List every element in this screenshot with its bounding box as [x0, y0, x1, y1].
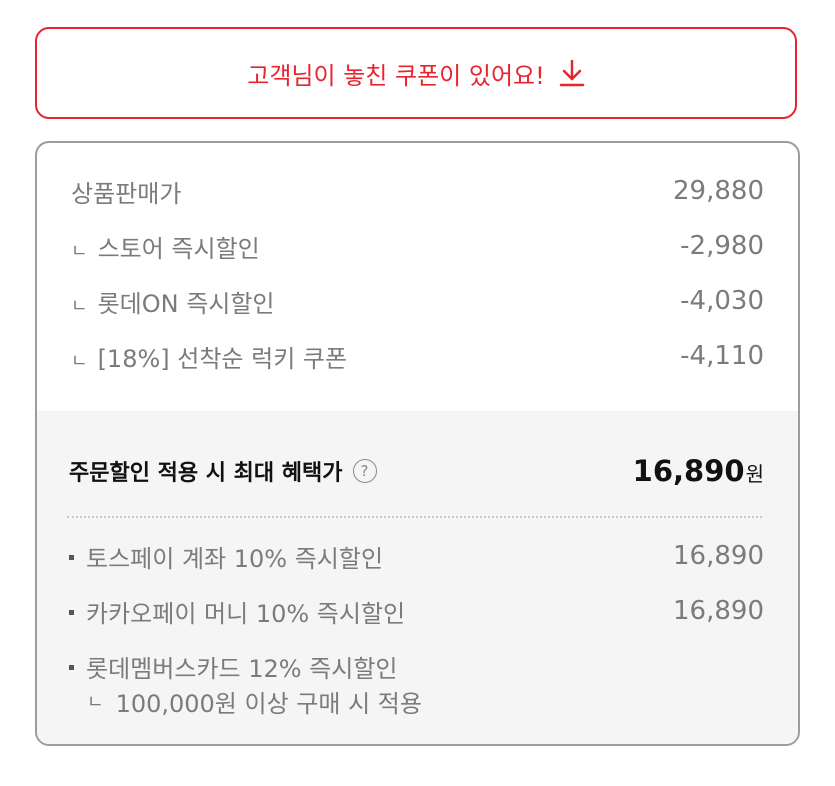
- max-benefit-row: 주문할인 적용 시 최대 혜택가 ? 16,890 원: [69, 451, 764, 491]
- discount-amount: -2,980: [680, 231, 764, 261]
- payment-benefit-row: 롯데멤버스카드 12% 즉시할인: [69, 649, 764, 683]
- payment-benefit-row: 카카오페이 머니 10% 즉시할인 16,890: [69, 594, 764, 628]
- payment-benefit-label: 롯데멤버스카드 12% 즉시할인: [86, 654, 398, 683]
- max-benefit-label: 주문할인 적용 시 최대 혜택가: [69, 461, 343, 486]
- bullet-icon: [69, 665, 74, 670]
- price-breakdown: 상품판매가 29,880 ㄴ 스토어 즉시할인 -2,980 ㄴ 롯데ON 즉시할인…: [37, 143, 798, 411]
- list-price-amount: 29,880: [673, 176, 764, 206]
- sub-item-marker: ㄴ: [71, 240, 88, 262]
- bullet-icon: [69, 610, 74, 615]
- payment-benefit-amount: 16,890: [673, 596, 764, 626]
- discount-label: 스토어 즉시할인: [97, 234, 260, 263]
- payment-benefit-condition: ㄴ 100,000원 이상 구매 시 적용: [87, 684, 422, 718]
- missed-coupon-text: 고객님이 놓친 쿠폰이 있어요!: [247, 61, 545, 90]
- discount-row: ㄴ 스토어 즉시할인 -2,980: [71, 229, 764, 263]
- bullet-icon: [69, 555, 74, 560]
- list-price-label: 상품판매가: [71, 179, 182, 208]
- sub-item-marker: ㄴ: [71, 295, 88, 317]
- list-price-row: 상품판매가 29,880: [71, 174, 764, 208]
- discount-row: ㄴ 롯데ON 즉시할인 -4,030: [71, 284, 764, 318]
- payment-benefit-row: 토스페이 계좌 10% 즉시할인 16,890: [69, 539, 764, 573]
- sub-item-marker: ㄴ: [87, 692, 104, 713]
- download-arrow-icon: [559, 59, 585, 87]
- max-benefit-price: 16,890 원: [633, 454, 764, 488]
- payment-benefit-amount: 16,890: [673, 541, 764, 571]
- payment-benefit-label: 카카오페이 머니 10% 즉시할인: [86, 599, 406, 628]
- discount-amount: -4,110: [680, 341, 764, 371]
- sub-item-marker: ㄴ: [71, 350, 88, 372]
- payment-benefit-condition-text: 100,000원 이상 구매 시 적용: [115, 689, 422, 718]
- discount-row: ㄴ [18%] 선착순 럭키 쿠폰 -4,110: [71, 339, 764, 373]
- discount-amount: -4,030: [680, 286, 764, 316]
- payment-benefit-label: 토스페이 계좌 10% 즉시할인: [86, 544, 384, 573]
- missed-coupon-banner[interactable]: 고객님이 놓친 쿠폰이 있어요!: [35, 27, 797, 119]
- max-benefit-section: 주문할인 적용 시 최대 혜택가 ? 16,890 원 토스페이 계좌 10% 즉…: [37, 411, 798, 744]
- discount-label: [18%] 선착순 럭키 쿠폰: [97, 344, 348, 373]
- discount-label: 롯데ON 즉시할인: [97, 289, 275, 318]
- question-circle-icon[interactable]: ?: [352, 459, 377, 483]
- max-benefit-amount: 16,890: [632, 454, 745, 488]
- currency-unit: 원: [745, 462, 764, 486]
- dotted-divider: [67, 516, 762, 518]
- price-summary-card: 상품판매가 29,880 ㄴ 스토어 즉시할인 -2,980 ㄴ 롯데ON 즉시할인…: [35, 141, 800, 746]
